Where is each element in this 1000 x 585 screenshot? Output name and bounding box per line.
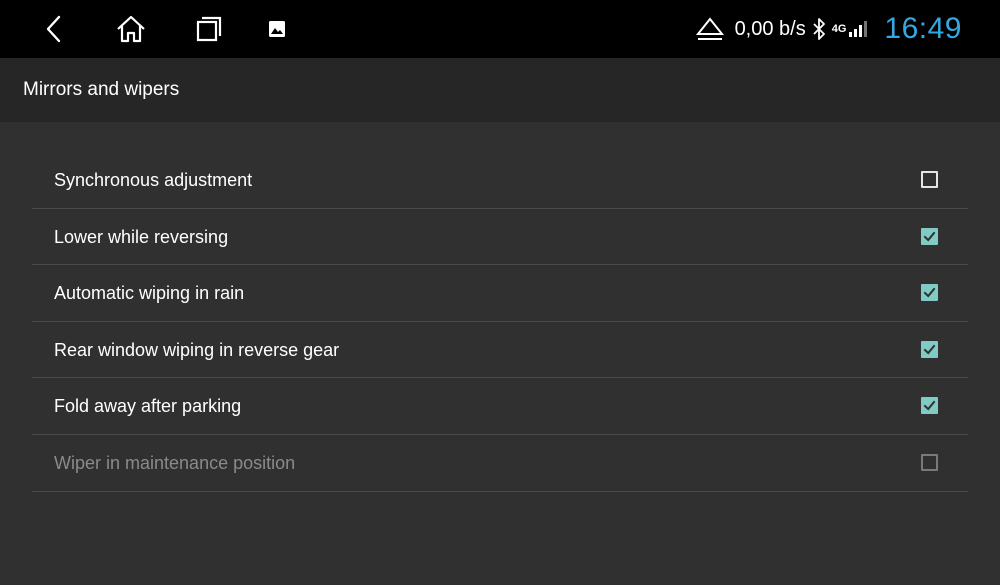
eject-icon: [695, 17, 724, 40]
settings-row[interactable]: Lower while reversing: [32, 209, 968, 266]
bluetooth-icon: [813, 18, 825, 40]
settings-row[interactable]: Rear window wiping in reverse gear: [32, 322, 968, 379]
setting-label: Fold away after parking: [54, 396, 242, 417]
checkmark-icon: [923, 287, 936, 298]
setting-checkbox[interactable]: [921, 227, 938, 245]
title-bar: Mirrors and wipers: [0, 58, 1000, 122]
setting-label: Wiper in maintenance position: [54, 452, 296, 473]
home-icon: [117, 15, 145, 43]
checkmark-icon: [923, 231, 936, 242]
setting-label: Rear window wiping in reverse gear: [54, 339, 340, 360]
setting-checkbox[interactable]: [921, 171, 938, 188]
clock: 16:49: [884, 12, 962, 45]
recents-button[interactable]: [189, 9, 229, 49]
gallery-button[interactable]: [257, 9, 297, 49]
status-bar: 0,00 b/s 4G 16:49: [0, 0, 1000, 58]
setting-label: Automatic wiping in rain: [54, 283, 245, 304]
setting-checkbox[interactable]: [921, 397, 938, 415]
signal-icon: [849, 21, 868, 37]
status-indicators: 0,00 b/s 4G 16:49: [695, 0, 1000, 58]
back-icon: [46, 15, 61, 43]
setting-checkbox[interactable]: [921, 340, 938, 358]
checkmark-icon: [923, 400, 936, 411]
home-button[interactable]: [111, 9, 151, 49]
gallery-icon: [269, 21, 285, 37]
recents-icon: [196, 16, 222, 42]
network-speed: 0,00 b/s: [734, 17, 806, 40]
setting-label: Lower while reversing: [54, 226, 229, 247]
settings-row[interactable]: Synchronous adjustment: [32, 152, 968, 209]
settings-row: Wiper in maintenance position: [32, 435, 968, 492]
page-title: Mirrors and wipers: [23, 79, 180, 100]
back-button[interactable]: [34, 9, 74, 49]
setting-label: Synchronous adjustment: [54, 170, 253, 190]
settings-row[interactable]: Fold away after parking: [32, 378, 968, 435]
settings-list: Synchronous adjustment Lower while revers…: [32, 152, 968, 492]
setting-checkbox[interactable]: [921, 284, 938, 302]
checkmark-icon: [923, 344, 936, 355]
settings-row[interactable]: Automatic wiping in rain: [32, 265, 968, 322]
network-type: 4G: [831, 23, 847, 35]
setting-checkbox: [921, 453, 938, 471]
